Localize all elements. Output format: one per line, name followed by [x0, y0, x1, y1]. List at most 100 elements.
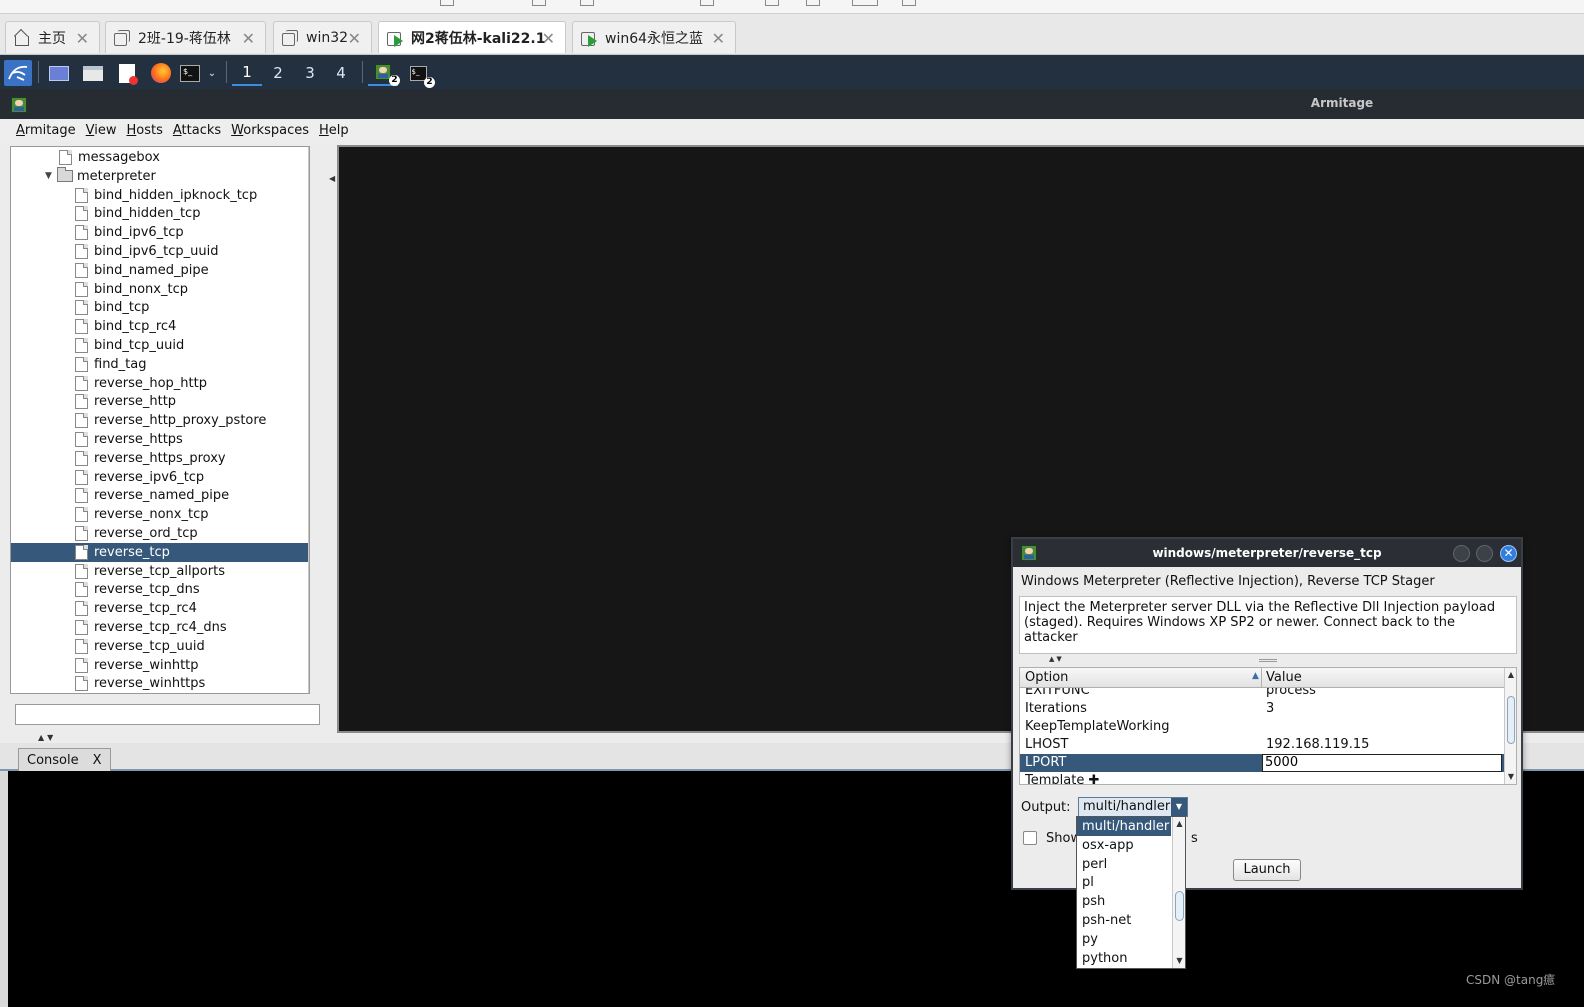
scroll-down-icon[interactable]: ▼ — [1173, 954, 1185, 968]
tree-item[interactable]: reverse_tcp_rc4_dns — [11, 618, 309, 637]
tree-item[interactable]: bind_tcp_rc4 — [11, 317, 309, 336]
tree-item[interactable]: reverse_winhttp — [11, 656, 309, 675]
tree-item[interactable]: bind_nonx_tcp — [11, 280, 309, 299]
tree-item[interactable]: bind_ipv6_tcp_uuid — [11, 242, 309, 261]
tree-item[interactable]: reverse_https — [11, 430, 309, 449]
close-icon[interactable]: ✕ — [712, 29, 725, 48]
tree-item[interactable]: reverse_https_proxy — [11, 449, 309, 468]
close-icon[interactable]: ✕ — [242, 29, 255, 48]
tree-item[interactable]: reverse_tcp — [11, 542, 309, 562]
tree-item[interactable]: reverse_tcp_allports — [11, 562, 309, 581]
menu-hosts[interactable]: Hosts — [126, 123, 162, 138]
scrollbar-thumb[interactable] — [1507, 696, 1515, 744]
scroll-up-icon[interactable]: ▲ — [309, 147, 310, 161]
dialog-titlebar[interactable]: windows/meterpreter/reverse_tcp ✕ — [1013, 539, 1521, 567]
scroll-up-icon[interactable]: ▲ — [1173, 817, 1185, 831]
close-icon[interactable]: ✕ — [76, 29, 89, 48]
column-header-value[interactable]: Value — [1266, 670, 1302, 685]
close-icon[interactable]: ✕ — [348, 29, 361, 48]
tree-item[interactable]: reverse_http_proxy_pstore — [11, 411, 309, 430]
maximize-button[interactable] — [1476, 545, 1493, 562]
tree-scrollbar[interactable]: ▲ ▼ — [308, 147, 310, 693]
column-header-option[interactable]: Option — [1025, 670, 1068, 685]
split-arrows-icon[interactable]: ▲▼ — [1049, 655, 1064, 663]
tree-item[interactable]: reverse_named_pipe — [11, 486, 309, 505]
minimize-button[interactable] — [1453, 545, 1470, 562]
tree-item[interactable]: reverse_hop_http — [11, 374, 309, 393]
module-search-input[interactable] — [15, 704, 320, 725]
workspace-2[interactable]: 2 — [263, 60, 293, 86]
tree-item[interactable]: reverse_ipv6_tcp — [11, 468, 309, 487]
table-row[interactable]: EXITFUNC process — [1020, 688, 1504, 700]
firefox-icon[interactable] — [148, 60, 174, 86]
menu-attacks[interactable]: Attacks — [173, 123, 221, 138]
vm-tab-kali[interactable]: 网2蒋伍林-kali22.1 ✕ — [378, 21, 566, 53]
split-arrows-icon[interactable]: ▲▼ — [38, 733, 56, 742]
kali-menu-icon[interactable] — [4, 60, 32, 86]
dropdown-option[interactable]: pl — [1077, 873, 1171, 892]
tree-item[interactable]: bind_named_pipe — [11, 261, 309, 280]
show-desktop-icon[interactable] — [46, 60, 72, 86]
scrollbar-thumb[interactable] — [1175, 891, 1184, 921]
dialog-splitter[interactable]: ▲▼ — [1019, 655, 1517, 665]
tree-item[interactable]: reverse_ord_tcp — [11, 524, 309, 543]
vm-tab-win32[interactable]: win32 ✕ — [273, 21, 372, 53]
menu-view[interactable]: View — [86, 123, 117, 138]
tree-item[interactable]: reverse_tcp_rc4 — [11, 599, 309, 618]
tree-item[interactable]: find_tag — [11, 355, 309, 374]
tree-item[interactable]: bind_hidden_ipknock_tcp — [11, 186, 309, 205]
menu-armitage[interactable]: Armitage — [16, 123, 76, 138]
tree-item[interactable]: reverse_http — [11, 392, 309, 411]
tab-console[interactable]: Console X — [18, 748, 111, 771]
workspace-1[interactable]: 1 — [232, 60, 262, 86]
vm-tab-class2[interactable]: 2班-19-蒋伍林 ✕ — [105, 21, 266, 53]
dropdown-option[interactable]: multi/handler — [1077, 817, 1171, 836]
options-scrollbar[interactable]: ▲ ▼ — [1504, 668, 1516, 784]
menu-help[interactable]: Help — [319, 123, 349, 138]
terminal-icon[interactable]: $_ — [178, 60, 202, 86]
chevron-down-icon[interactable]: ▼ — [1171, 798, 1187, 816]
tree-folder[interactable]: ▼ meterpreter — [11, 167, 309, 186]
tree-item[interactable]: bind_ipv6_tcp — [11, 223, 309, 242]
output-select[interactable]: multi/handler ▼ — [1078, 797, 1188, 817]
vertical-splitter[interactable]: ◀ — [329, 146, 337, 726]
scroll-down-icon[interactable]: ▼ — [1505, 770, 1516, 784]
workspace-3[interactable]: 3 — [295, 60, 325, 86]
text-editor-icon[interactable] — [114, 60, 140, 86]
close-button[interactable]: ✕ — [1500, 545, 1517, 562]
vm-tab-home[interactable]: 主页 ✕ — [5, 21, 100, 53]
option-value-editor[interactable]: 5000 — [1262, 754, 1502, 772]
dropdown-option[interactable]: psh — [1077, 892, 1171, 911]
tree-item[interactable]: bind_hidden_tcp — [11, 204, 309, 223]
scroll-down-icon[interactable]: ▼ — [309, 679, 310, 693]
dropdown-option[interactable]: perl — [1077, 855, 1171, 874]
taskbar-armitage[interactable]: 2 — [368, 60, 400, 86]
tree-item[interactable]: bind_tcp — [11, 298, 309, 317]
scroll-up-icon[interactable]: ▲ — [1505, 668, 1516, 682]
chevron-down-icon[interactable]: ⌄ — [204, 60, 220, 86]
tree-item[interactable]: messagebox — [11, 148, 309, 167]
close-tab-button[interactable]: X — [93, 753, 102, 768]
dropdown-option[interactable]: python — [1077, 949, 1171, 968]
tree-item[interactable]: reverse_tcp_uuid — [11, 637, 309, 656]
table-row[interactable]: LHOST 192.168.119.15 — [1020, 736, 1504, 754]
dropdown-scrollbar[interactable]: ▲ ▼ — [1172, 817, 1185, 968]
dropdown-option[interactable]: py — [1077, 930, 1171, 949]
table-row[interactable]: Iterations 3 — [1020, 700, 1504, 718]
dropdown-option[interactable]: osx-app — [1077, 836, 1171, 855]
table-row-selected[interactable]: LPORT 5000 — [1020, 754, 1504, 772]
splitter-grip[interactable] — [1259, 659, 1277, 662]
table-row[interactable]: KeepTemplateWorking — [1020, 718, 1504, 736]
close-icon[interactable]: ✕ — [542, 29, 555, 48]
file-manager-icon[interactable] — [80, 60, 106, 86]
launch-button[interactable]: Launch — [1233, 859, 1301, 881]
workspace-4[interactable]: 4 — [326, 60, 356, 86]
tree-item[interactable]: bind_tcp_uuid — [11, 336, 309, 355]
tree-item[interactable]: reverse_tcp_dns — [11, 580, 309, 599]
table-row[interactable]: Template ✚ — [1020, 772, 1504, 784]
dropdown-option[interactable]: psh-net — [1077, 911, 1171, 930]
show-advanced-checkbox[interactable] — [1023, 831, 1037, 845]
menu-workspaces[interactable]: Workspaces — [231, 123, 309, 138]
expand-toggle-icon[interactable]: ▼ — [45, 171, 57, 181]
tree-item[interactable]: reverse_winhttps — [11, 674, 309, 693]
